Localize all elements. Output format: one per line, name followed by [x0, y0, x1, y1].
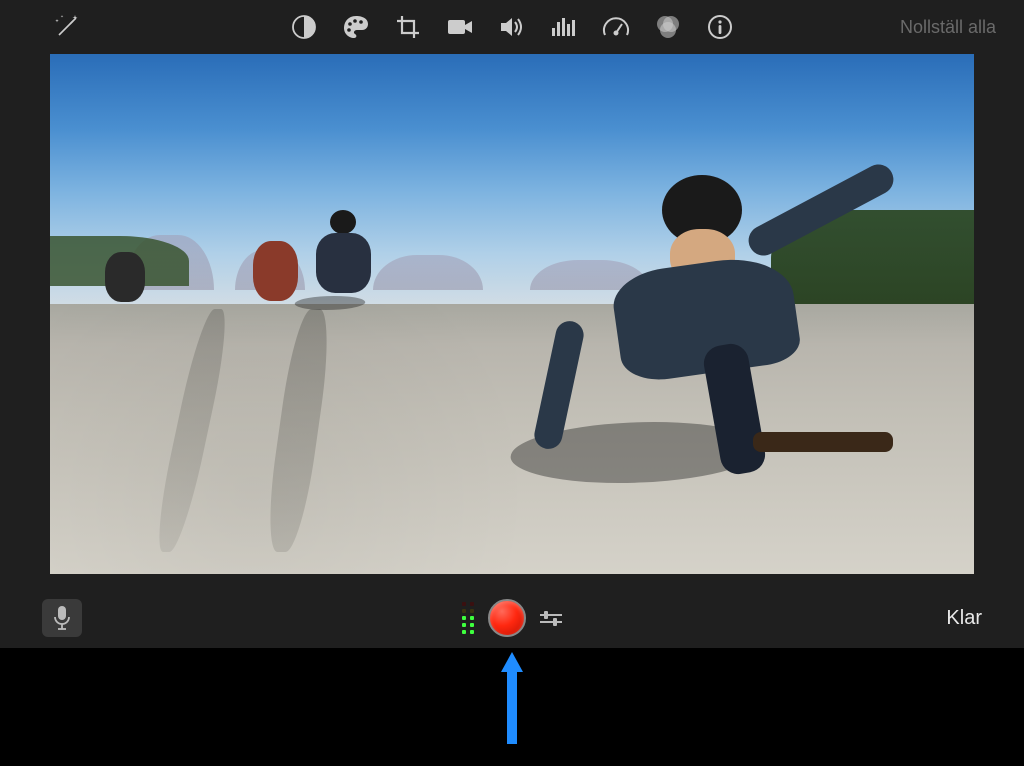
- magic-wand-icon[interactable]: [50, 10, 84, 44]
- toolbar-center: [287, 10, 737, 44]
- contrast-icon[interactable]: [287, 10, 321, 44]
- speedometer-icon[interactable]: [599, 10, 633, 44]
- top-toolbar: Nollställ alla: [0, 0, 1024, 54]
- record-controls: [462, 599, 562, 637]
- voiceover-options-button[interactable]: [540, 614, 562, 623]
- info-icon[interactable]: [703, 10, 737, 44]
- done-button[interactable]: Klar: [946, 607, 982, 630]
- reset-all-button: Nollställ alla: [892, 13, 1004, 42]
- video-preview: [50, 54, 974, 574]
- palette-icon[interactable]: [339, 10, 373, 44]
- bottom-toolbar: Klar: [0, 588, 1024, 648]
- microphone-button[interactable]: [42, 599, 82, 637]
- record-button[interactable]: [488, 599, 526, 637]
- audio-level-meter: [462, 602, 474, 634]
- camera-icon[interactable]: [443, 10, 477, 44]
- equalizer-icon[interactable]: [547, 10, 581, 44]
- filter-overlap-icon[interactable]: [651, 10, 685, 44]
- crop-icon[interactable]: [391, 10, 425, 44]
- editor-panel: Nollställ alla: [0, 0, 1024, 648]
- volume-icon[interactable]: [495, 10, 529, 44]
- callout-arrow: [499, 648, 525, 748]
